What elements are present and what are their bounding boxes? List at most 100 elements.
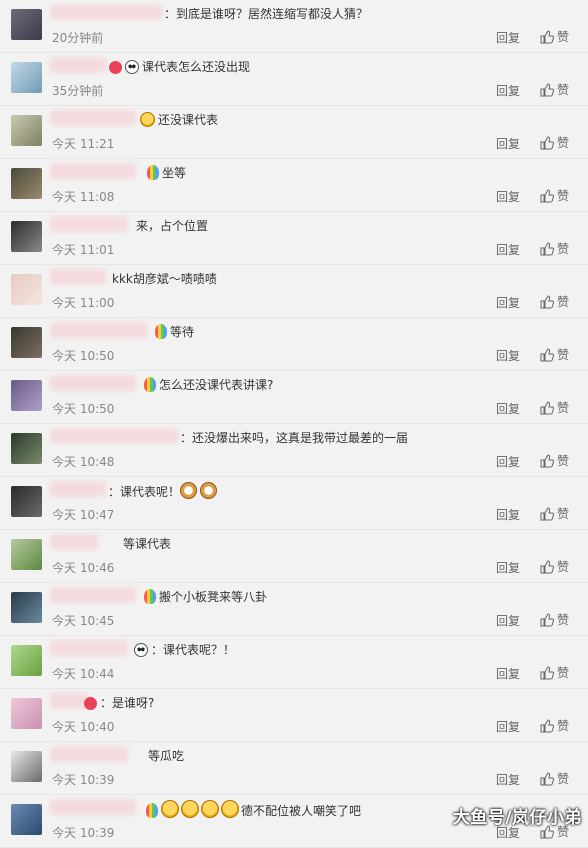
reply-button[interactable]: 回复: [496, 29, 520, 46]
avatar[interactable]: [11, 698, 42, 729]
reply-button[interactable]: 回复: [496, 347, 520, 364]
like-button[interactable]: 赞: [540, 611, 569, 628]
cat-emoji-icon: [180, 482, 198, 499]
like-button[interactable]: 赞: [540, 505, 569, 522]
username-blurred[interactable]: [50, 4, 162, 20]
comment-item: kkk胡彦斌～啧啧啧 今天 11:00 回复 赞: [0, 265, 588, 318]
comment-text: ：是谁呀?: [100, 696, 155, 710]
username-blurred[interactable]: [50, 269, 106, 285]
reply-button[interactable]: 回复: [496, 188, 520, 205]
avatar[interactable]: [11, 115, 42, 146]
reply-button[interactable]: 回复: [496, 82, 520, 99]
username-blurred[interactable]: [50, 428, 178, 444]
comment-line: 课代表怎么还没出现: [109, 58, 250, 75]
reply-button[interactable]: 回复: [496, 241, 520, 258]
username-blurred[interactable]: [50, 693, 88, 709]
like-button[interactable]: 赞: [540, 134, 569, 151]
reply-button[interactable]: 回复: [496, 665, 520, 682]
thumbs-up-icon: [540, 400, 554, 415]
avatar[interactable]: [11, 539, 42, 570]
comment-text: kkk胡彦斌～啧啧啧: [112, 272, 217, 286]
like-button[interactable]: 赞: [540, 399, 569, 416]
like-button[interactable]: 赞: [540, 293, 569, 310]
comment-time: 今天 11:21: [52, 137, 115, 151]
thumbs-up-icon: [540, 29, 554, 44]
like-button[interactable]: 赞: [540, 28, 569, 45]
panda-emoji-icon: [134, 643, 148, 657]
username-blurred[interactable]: [50, 216, 128, 232]
reply-button[interactable]: 回复: [496, 506, 520, 523]
comment-line: ：课代表呢？！: [134, 641, 235, 658]
comment-time: 今天 10:50: [52, 349, 115, 363]
rainbow-bulb-icon: [155, 324, 167, 339]
like-label: 赞: [557, 560, 570, 574]
comment-item: 怎么还没课代表讲课? 今天 10:50 回复 赞: [0, 371, 588, 424]
username-blurred[interactable]: [50, 799, 136, 815]
username-blurred[interactable]: [50, 640, 128, 656]
like-label: 赞: [557, 295, 570, 309]
like-label: 赞: [557, 401, 570, 415]
username-blurred[interactable]: [50, 57, 106, 73]
like-button[interactable]: 赞: [540, 187, 569, 204]
avatar[interactable]: [11, 168, 42, 199]
username-blurred[interactable]: [50, 534, 98, 550]
comment-text: 等待: [170, 325, 195, 339]
like-button[interactable]: 赞: [540, 717, 569, 734]
thumbs-up-icon: [540, 771, 554, 786]
username-blurred[interactable]: [50, 587, 136, 603]
avatar[interactable]: [11, 274, 42, 305]
comment-line: 坐等: [147, 164, 186, 181]
avatar[interactable]: [11, 486, 42, 517]
like-button[interactable]: 赞: [540, 452, 569, 469]
comment-time: 今天 10:39: [52, 773, 115, 787]
avatar[interactable]: [11, 804, 42, 835]
comment-item: 来，占个位置 今天 11:01 回复 赞: [0, 212, 588, 265]
avatar[interactable]: [11, 433, 42, 464]
comment-text: ：课代表呢！: [108, 485, 181, 499]
like-label: 赞: [557, 189, 570, 203]
laugh-emoji-icon: [161, 800, 179, 818]
username-blurred[interactable]: [50, 322, 148, 338]
thumbs-up-icon: [540, 241, 554, 256]
avatar[interactable]: [11, 751, 42, 782]
like-button[interactable]: 赞: [540, 240, 569, 257]
comment-time: 35分钟前: [52, 84, 104, 98]
like-button[interactable]: 赞: [540, 81, 569, 98]
thumbs-up-icon: [540, 82, 554, 97]
reply-button[interactable]: 回复: [496, 771, 520, 788]
avatar[interactable]: [11, 9, 42, 40]
smile-emoji-icon: [140, 112, 155, 127]
reply-button[interactable]: 回复: [496, 294, 520, 311]
like-button[interactable]: 赞: [540, 346, 569, 363]
like-button[interactable]: 赞: [540, 770, 569, 787]
comment-time: 今天 10:50: [52, 402, 115, 416]
comment-text: 等课代表: [123, 537, 172, 551]
reply-button[interactable]: 回复: [496, 718, 520, 735]
like-label: 赞: [557, 136, 570, 150]
reply-button[interactable]: 回复: [496, 135, 520, 152]
reply-button[interactable]: 回复: [496, 400, 520, 417]
avatar[interactable]: [11, 62, 42, 93]
avatar[interactable]: [11, 645, 42, 676]
comment-time: 今天 10:45: [52, 614, 115, 628]
comment-line: ：课代表呢！: [108, 482, 220, 500]
avatar[interactable]: [11, 592, 42, 623]
username-blurred[interactable]: [50, 746, 128, 762]
comment-time: 20分钟前: [52, 31, 104, 45]
avatar[interactable]: [11, 380, 42, 411]
avatar[interactable]: [11, 221, 42, 252]
like-button[interactable]: 赞: [540, 664, 569, 681]
username-blurred[interactable]: [50, 375, 136, 391]
comment-time: 今天 10:46: [52, 561, 115, 575]
avatar[interactable]: [11, 327, 42, 358]
username-blurred[interactable]: [50, 110, 136, 126]
like-button[interactable]: 赞: [540, 558, 569, 575]
username-blurred[interactable]: [50, 481, 106, 497]
username-blurred[interactable]: [50, 163, 136, 179]
comment-text: 课代表怎么还没出现: [142, 60, 251, 74]
reply-button[interactable]: 回复: [496, 559, 520, 576]
laugh-emoji-icon: [201, 800, 219, 818]
thumbs-up-icon: [540, 135, 554, 150]
reply-button[interactable]: 回复: [496, 453, 520, 470]
reply-button[interactable]: 回复: [496, 612, 520, 629]
